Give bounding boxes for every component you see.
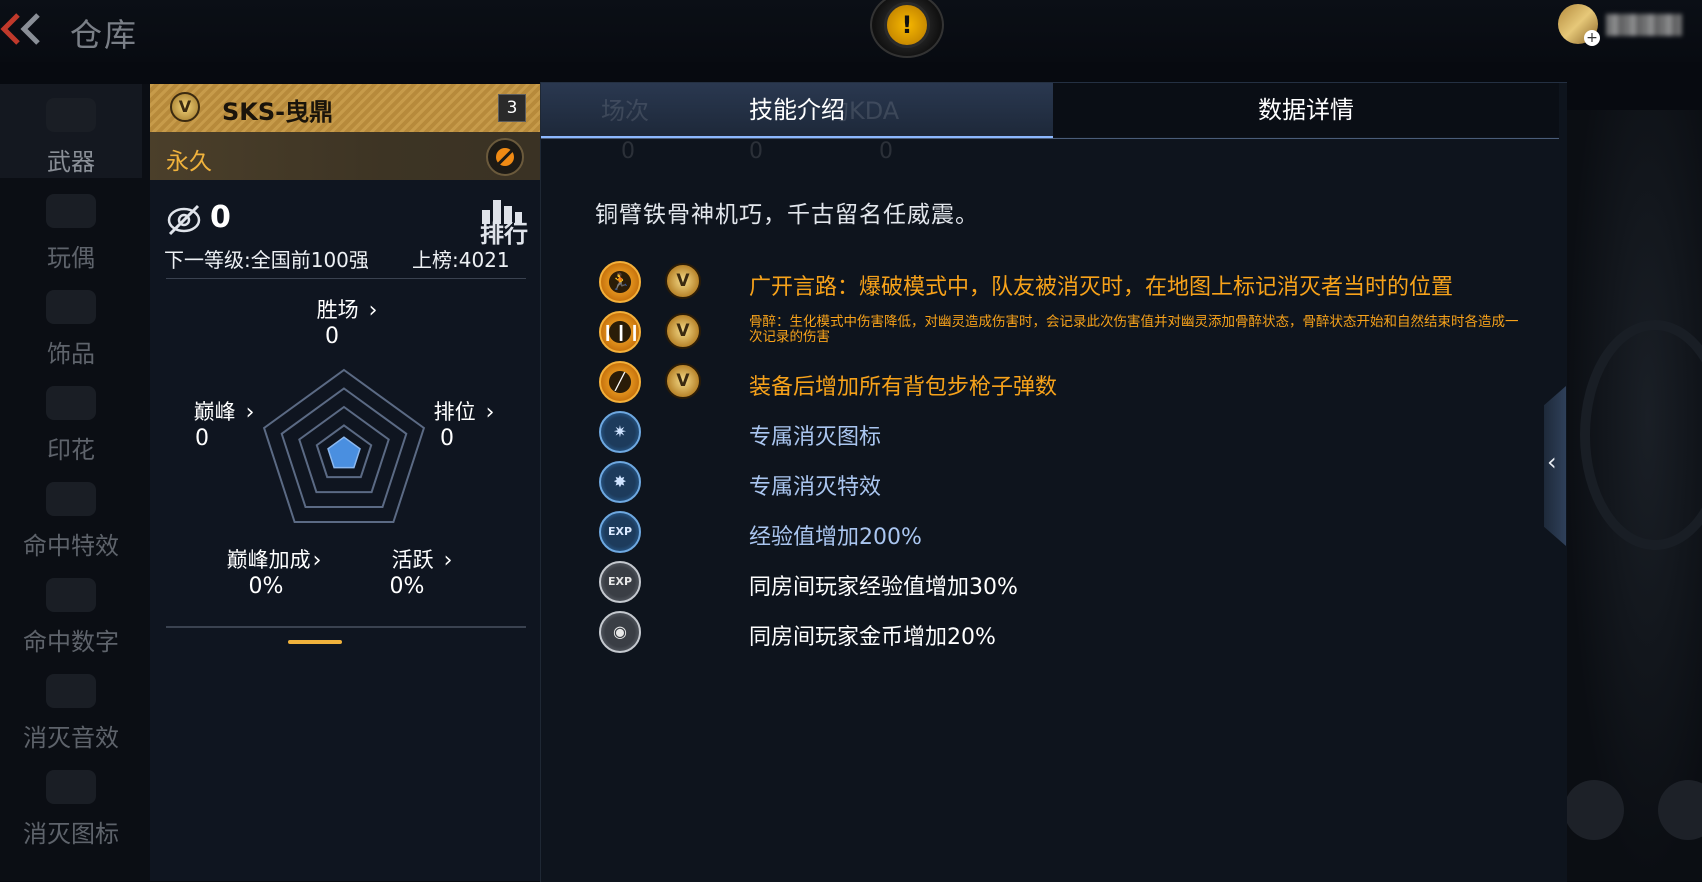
chevron-right-icon: › [368,298,378,323]
skill-row: ✷ 专属消灭图标 [541,409,1559,455]
username-blurred [1606,14,1682,36]
skill-panel: 技能介绍 数据详情 场次 均KDA 0 0 0 铜臂铁骨神机巧，千古留名任威震。… [540,82,1567,882]
weapon-quote: 铜臂铁骨神机巧，千古留名任威震。 [595,202,979,228]
avatar[interactable]: + [1558,4,1600,46]
nav-item-dolls[interactable]: 玩偶 [0,180,142,274]
tab-data-details[interactable]: 数据详情 [1053,83,1559,137]
back-arrow-icon[interactable] [0,12,46,46]
duration-bar: 永久 [150,132,540,180]
skill-row: ◉ 同房间玩家金币增加20% [541,609,1559,655]
next-level-text: 下一等级:全国前100强 [164,248,369,272]
nav-item-kill-sounds[interactable]: 消灭音效 [0,660,142,754]
skill-row: ✸ 专属消灭特效 [541,459,1559,505]
nav-item-kill-icons[interactable]: 消灭图标 [0,756,142,850]
exp-icon: EXP [599,511,641,553]
stat-peak-bonus[interactable]: 巅峰加成› 0% [204,544,344,599]
divider [166,626,526,628]
skill-row: EXP 同房间玩家经验值增加30% [541,559,1559,605]
rifle-icon: ╱ [599,361,641,403]
tab-underline [541,138,1559,139]
nav-item-weapons[interactable]: 武器 [0,84,142,178]
quality-v-icon: V [665,363,701,399]
chevron-right-icon: › [485,400,495,425]
weapon-header: V SKS-曳鼎 3 [150,84,540,133]
sticker-icon [46,386,96,420]
pager-indicator [288,640,342,644]
skill-text: 经验值增加200% [749,525,922,550]
collapse-panel-handle[interactable]: ‹ [1544,386,1566,546]
kill-count: 0 [210,200,231,235]
skill-row: 🏃 V 广开言路：爆破模式中，队友被消灭时，在地图上标记消灭者当时的位置 [541,259,1559,305]
skill-text: 同房间玩家经验值增加30% [749,575,1018,600]
screen-title: 仓库 [70,16,139,54]
skull-icon [46,770,96,804]
chevron-right-icon: › [443,548,453,573]
stat-wins[interactable]: 胜场 › 0 [292,294,402,349]
skill-text: 同房间玩家金币增加20% [749,625,996,650]
kill-sound-icon [46,674,96,708]
skill-row: ❙❙❙ V 骨醉：生化模式中伤害降低，对幽灵造成伤害时，会记录此次伤害值并对幽灵… [541,309,1559,355]
kill-count-icon [167,204,201,236]
ghost-matches-label: 场次 [601,97,649,125]
radar-value-shape [327,436,361,469]
room-exp-icon: EXP [599,561,641,603]
skill-row: EXP 经验值增加200% [541,509,1559,555]
doll-icon [46,194,96,228]
ghost-kda-label: 均KDA [825,97,900,125]
weapon-name: SKS-曳鼎 [222,98,334,126]
nav-item-hit-effects[interactable]: 命中特效 [0,468,142,562]
skill-text: 广开言路：爆破模式中，队友被消灭时，在地图上标记消灭者当时的位置 [749,275,1454,300]
hit-effect-icon [46,482,96,516]
nav-item-stickers[interactable]: 印花 [0,372,142,466]
quality-v-icon: V [665,313,701,349]
kill-badge-icon: ✷ [599,411,641,453]
skill-row: ╱ V 装备后增加所有背包步枪子弹数 [541,359,1559,405]
skill-text: 装备后增加所有背包步枪子弹数 [749,375,1058,400]
accessory-icon [46,290,96,324]
radar-chart [262,368,426,523]
room-coin-icon: ◉ [599,611,641,653]
ranking-score: 上榜:4021 [412,248,510,272]
nav-item-accessories[interactable]: 饰品 [0,276,142,370]
category-sidebar: 武器 玩偶 饰品 印花 命中特效 命中数字 消灭音效 消灭图标 [0,84,150,881]
quality-v-icon: V [170,92,200,122]
ghost-zero: 0 [749,139,763,164]
alert-icon[interactable]: ! [870,0,944,58]
weapon-skin-icon[interactable] [486,138,524,176]
weapon-level-badge: 3 [498,94,526,122]
bullets-icon: ❙❙❙ [599,311,641,353]
chevron-left-icon: ‹ [1547,448,1557,476]
weapon-card: V SKS-曳鼎 3 永久 0 排行 下一等级:全国前100强 上榜:4021 … [150,84,540,881]
skill-text: 专属消灭图标 [749,425,882,450]
quality-v-icon: V [665,263,701,299]
duration-text: 永久 [166,149,212,175]
top-bar: 仓库 ! + [0,0,1702,62]
stat-active[interactable]: 活跃 › 0% [372,544,472,599]
divider [166,278,526,279]
kill-effect-icon: ✸ [599,461,641,503]
weapon-icon [46,98,96,132]
runner-icon: 🏃 [599,261,641,303]
nav-item-hit-numbers[interactable]: 命中数字 [0,564,142,658]
background-button [1564,780,1624,840]
skill-text: 骨醉：生化模式中伤害降低，对幽灵造成伤害时，会记录此次伤害值并对幽灵添加骨醉状态… [749,314,1519,345]
tab-row: 技能介绍 数据详情 [541,83,1559,139]
ghost-zero: 0 [879,139,893,164]
chevron-right-icon: › [312,548,322,573]
hit-number-icon [46,578,96,612]
skill-text: 专属消灭特效 [749,475,882,500]
ghost-zero: 0 [621,139,635,164]
